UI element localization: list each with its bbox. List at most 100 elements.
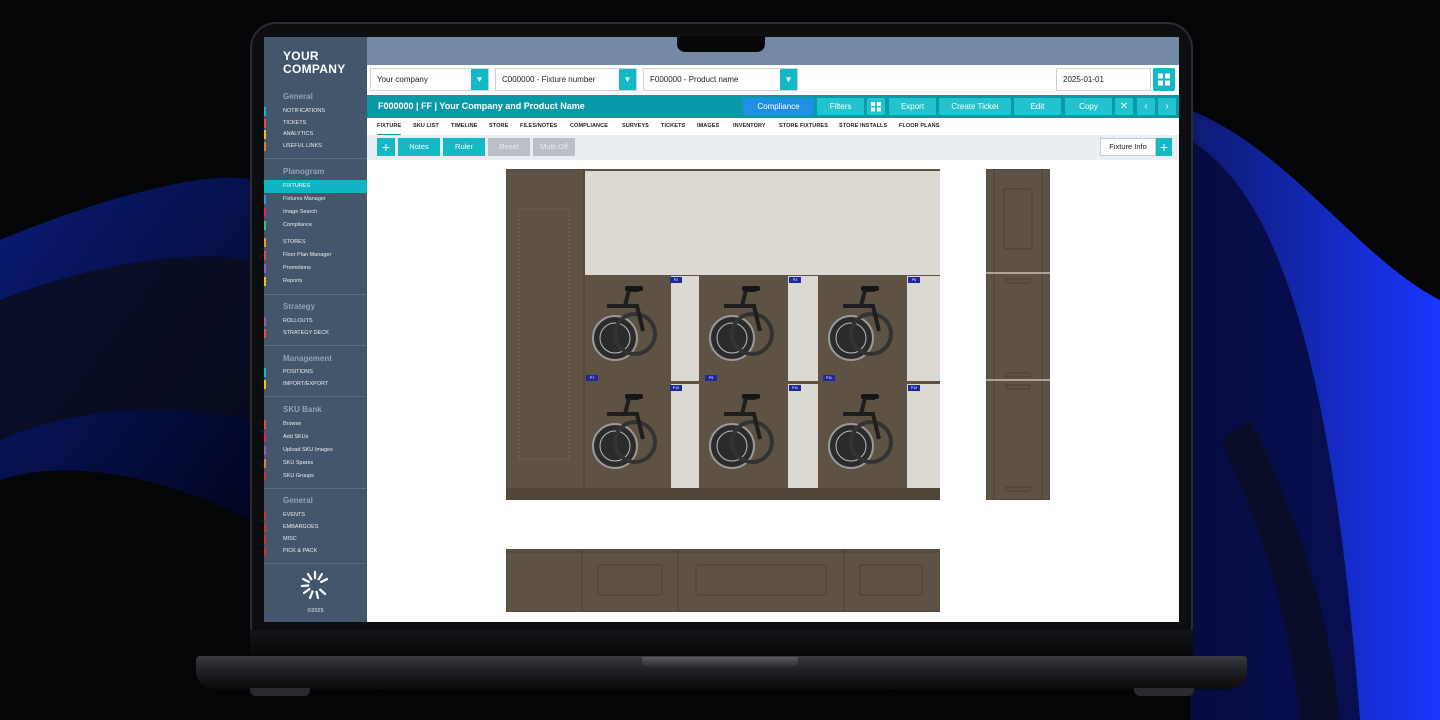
tab-compliance[interactable]: COMPLIANCE: [570, 118, 608, 135]
item-color-bar: [264, 446, 266, 455]
sidebar-item-notifications[interactable]: NOTIFICATIONS: [264, 106, 367, 117]
fixture-plan-view[interactable]: [506, 549, 940, 612]
tab-bar: FIXTURE SKU LIST TIMELINE STORE FILES/NO…: [367, 118, 1179, 135]
sidebar-item-import-export[interactable]: IMPORT/EXPORT: [264, 379, 367, 390]
export-button[interactable]: Export: [889, 98, 936, 115]
previous-button[interactable]: ‹: [1137, 98, 1155, 115]
tab-timeline[interactable]: TIMELINE: [451, 118, 477, 135]
sidebar-item-positions[interactable]: POSITIONS: [264, 367, 367, 378]
sidebar-item-events[interactable]: EVENTS: [264, 510, 367, 521]
reset-button[interactable]: Reset: [488, 138, 530, 156]
sidebar-item-reports[interactable]: Reports: [264, 276, 367, 287]
tab-floor-plans[interactable]: FLOOR PLANS: [899, 118, 940, 135]
tab-store-installs[interactable]: STORE INSTALLS: [839, 118, 887, 135]
sidebar-item-add-skus[interactable]: Add SKUs: [264, 432, 367, 443]
top-strip: [367, 37, 1179, 65]
item-color-bar: [264, 433, 266, 442]
fixture-info-button[interactable]: Fixture Info: [1100, 138, 1156, 156]
plus-icon: +: [1159, 139, 1169, 155]
sidebar-item-fixtures-manager[interactable]: Fixtures Manager: [264, 194, 367, 205]
sidebar-item-useful-links[interactable]: USEFUL LINKS: [264, 141, 367, 152]
position-tag[interactable]: P2: [670, 277, 682, 283]
sidebar-divider: [264, 488, 367, 489]
sidebar-item-upload-sku-images[interactable]: Upload SKU Images: [264, 445, 367, 456]
product-bike[interactable]: [702, 384, 788, 488]
edit-button[interactable]: Edit: [1014, 98, 1061, 115]
tab-store[interactable]: STORE: [489, 118, 508, 135]
product-bike[interactable]: [585, 384, 671, 488]
product-bike[interactable]: [821, 276, 907, 381]
item-color-bar: [264, 130, 266, 139]
layout-toggle-button[interactable]: [867, 98, 885, 115]
item-color-bar: [264, 195, 266, 204]
position-tag[interactable]: P12: [908, 385, 920, 391]
tab-fixture[interactable]: FIXTURE: [377, 118, 402, 135]
grid-view-button[interactable]: [1153, 68, 1175, 91]
sidebar-item-label: IMPORT/EXPORT: [283, 381, 329, 387]
sidebar-item-label: ANALYTICS: [283, 131, 314, 137]
product-select[interactable]: F000000 - Product name ▼: [643, 68, 798, 91]
sidebar-item-label: STRATEGY DECK: [283, 330, 329, 336]
sidebar-item-rollouts[interactable]: ROLLOUTS: [264, 316, 367, 327]
position-tag[interactable]: P9: [705, 375, 717, 381]
tab-images[interactable]: IMAGES: [697, 118, 719, 135]
tab-store-fixtures[interactable]: STORE FIXTURES: [779, 118, 828, 135]
product-bike[interactable]: [821, 384, 907, 488]
tab-tickets[interactable]: TICKETS: [661, 118, 685, 135]
sidebar-item-misc[interactable]: MISC: [264, 534, 367, 545]
notes-button[interactable]: Notes: [398, 138, 440, 156]
tab-surveys[interactable]: SURVEYS: [622, 118, 649, 135]
chevron-down-icon[interactable]: ▼: [780, 69, 797, 90]
sidebar-item-promotions[interactable]: Promotions: [264, 263, 367, 274]
sidebar-item-embargoes[interactable]: EMBARGOES: [264, 522, 367, 533]
product-select-value: F000000 - Product name: [650, 75, 739, 84]
section-title-planogram: Planogram: [283, 167, 325, 176]
tab-inventory[interactable]: INVENTORY: [733, 118, 766, 135]
product-bike[interactable]: [702, 276, 788, 381]
add-button[interactable]: +: [377, 138, 395, 156]
multi-toggle-button[interactable]: Multi Off: [533, 138, 575, 156]
sidebar-item-stores[interactable]: STORES: [264, 237, 367, 248]
add-info-button[interactable]: +: [1156, 138, 1172, 156]
close-button[interactable]: ✕: [1115, 98, 1133, 115]
chevron-down-icon[interactable]: ▼: [619, 69, 636, 90]
grid-icon: [1158, 73, 1170, 86]
position-tag[interactable]: P3: [789, 277, 801, 283]
sidebar-item-pick-pack[interactable]: PICK & PACK: [264, 546, 367, 557]
filters-button[interactable]: Filters: [817, 98, 864, 115]
create-ticket-button[interactable]: Create Ticket: [939, 98, 1011, 115]
position-tag[interactable]: P7: [586, 375, 598, 381]
fixture-header: F000000 | FF | Your Company and Product …: [367, 95, 1179, 118]
product-bike[interactable]: [585, 276, 671, 381]
chevron-down-icon[interactable]: ▼: [471, 69, 488, 90]
sidebar-item-sku-spares[interactable]: SKU Spares: [264, 458, 367, 469]
copyright-text: ©2025: [307, 608, 324, 614]
fixture-side-view[interactable]: [986, 169, 1050, 500]
position-tag[interactable]: P6: [908, 277, 920, 283]
sidebar-item-compliance[interactable]: Compliance: [264, 220, 367, 231]
sidebar-item-analytics[interactable]: ANALYTICS: [264, 129, 367, 140]
tab-files-notes[interactable]: FILES/NOTES: [520, 118, 557, 135]
tab-sku-list[interactable]: SKU LIST: [413, 118, 439, 135]
sidebar-item-image-search[interactable]: Image Search: [264, 207, 367, 218]
sidebar-item-fixtures[interactable]: FIXTURES: [264, 180, 372, 193]
sidebar-item-label: TICKETS: [283, 120, 307, 126]
position-tag[interactable]: P10: [670, 385, 682, 391]
sidebar-item-floor-plan-manager[interactable]: Floor Plan Manager: [264, 250, 367, 261]
sidebar-item-strategy-deck[interactable]: STRATEGY DECK: [264, 328, 367, 339]
company-logo[interactable]: YOUR COMPANY: [283, 50, 346, 76]
sidebar-item-browse[interactable]: Browse: [264, 419, 367, 430]
position-tag[interactable]: P11: [823, 375, 835, 381]
sidebar-item-sku-groups[interactable]: SKU Groups: [264, 471, 367, 482]
next-button[interactable]: ›: [1158, 98, 1176, 115]
compliance-button[interactable]: Compliance: [743, 98, 814, 115]
ruler-button[interactable]: Ruler: [443, 138, 485, 156]
fixture-select[interactable]: C000000 - Fixture number ▼: [495, 68, 637, 91]
planogram-canvas: P2 P3 P6 P7 P9 P11 P10 P11 P12: [367, 160, 1179, 622]
position-tag[interactable]: P11: [789, 385, 801, 391]
sidebar-item-tickets[interactable]: TICKETS: [264, 118, 367, 129]
copy-button[interactable]: Copy: [1065, 98, 1112, 115]
sidebar: YOUR COMPANY General NOTIFICATIONS TICKE…: [264, 37, 372, 622]
date-input[interactable]: 2025-01-01: [1056, 68, 1151, 91]
company-select[interactable]: Your company ▼: [370, 68, 489, 91]
